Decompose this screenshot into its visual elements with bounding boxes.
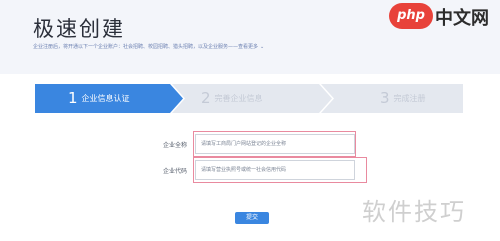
logo-text: 中文网 xyxy=(435,8,489,29)
step-3-number: 3 xyxy=(380,89,390,107)
logo-badge: php xyxy=(389,3,433,29)
step-2-label: 完善企业信息 xyxy=(214,94,263,103)
step-3-label: 完成注册 xyxy=(393,94,426,103)
submit-button[interactable]: 提交 xyxy=(235,212,269,224)
subtitle-text: 企业注册后，将开通以下一个企业账户：社会招聘、校园招聘、猎头招聘，以及企业服务—… xyxy=(33,44,259,50)
step-2-number: 2 xyxy=(201,89,211,107)
watermark: 软件技巧 xyxy=(362,198,466,226)
company-code-label: 企业代码 xyxy=(163,168,188,175)
company-code-input[interactable]: 请填写营业执照号或统一社会信用代码 xyxy=(195,160,355,180)
page-title: 极速创建 xyxy=(33,17,125,41)
company-name-input[interactable]: 请填写工商局门户网站登记的企业全称 xyxy=(195,134,355,154)
step-2: 2 完善企业信息 xyxy=(201,84,263,113)
step-progress-bar: 1 企业信息认证 2 完善企业信息 3 完成注册 xyxy=(35,84,463,113)
step-1-number: 1 xyxy=(68,89,78,107)
step-3: 3 完成注册 xyxy=(380,84,426,113)
site-logo[interactable]: php 中文网 xyxy=(389,3,495,29)
step-1: 1 企业信息认证 xyxy=(68,84,130,113)
step-1-label: 企业信息认证 xyxy=(81,94,130,103)
company-name-label: 企业全称 xyxy=(163,142,188,149)
page-subtitle: 企业注册后，将开通以下一个企业账户：社会招聘、校园招聘、猎头招聘，以及企业服务—… xyxy=(33,43,264,50)
chevron-down-icon[interactable]: ⌄ xyxy=(260,44,264,50)
